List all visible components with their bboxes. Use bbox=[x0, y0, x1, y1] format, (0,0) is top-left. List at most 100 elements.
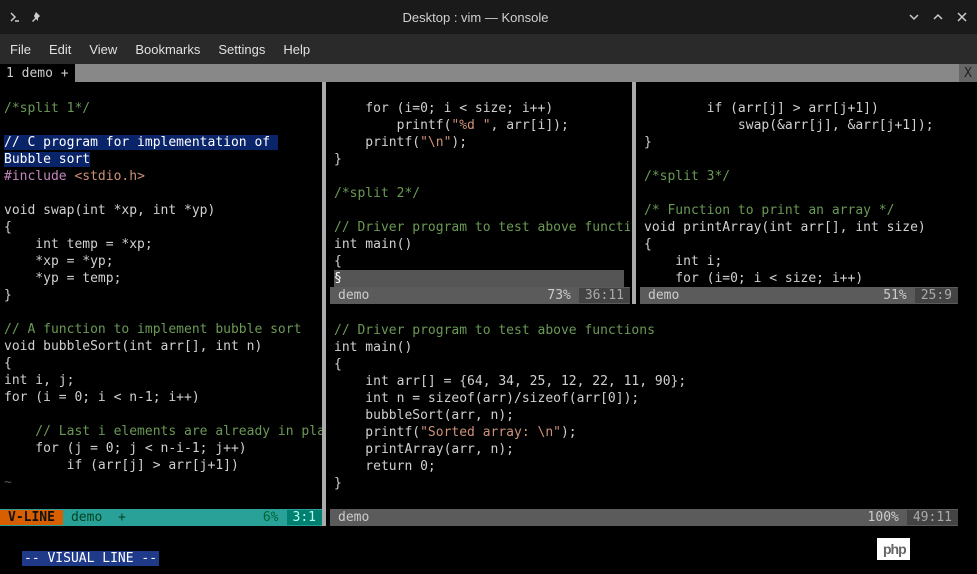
minimize-icon[interactable] bbox=[907, 10, 921, 24]
status-percent: 73% bbox=[539, 288, 578, 303]
code-line: /*split 1*/ bbox=[4, 101, 90, 116]
code-line: int main() bbox=[334, 237, 412, 252]
menu-edit[interactable]: Edit bbox=[49, 42, 71, 57]
code-line: "%d " bbox=[451, 118, 490, 133]
status-percent: 100% bbox=[860, 510, 907, 525]
watermark-text: php bbox=[883, 541, 906, 557]
status-file: demo bbox=[330, 510, 377, 525]
menu-settings[interactable]: Settings bbox=[218, 42, 265, 57]
status-position: 49:11 bbox=[907, 510, 958, 525]
code-line: { bbox=[334, 254, 342, 269]
tab-index: 1 bbox=[6, 66, 14, 81]
code-line: printArray(arr, n); bbox=[334, 442, 514, 457]
code-line: { bbox=[334, 357, 342, 372]
code-line: return 0; bbox=[334, 459, 436, 474]
window-title: Desktop : vim — Konsole bbox=[44, 10, 907, 25]
pane-left[interactable]: /*split 1*/ // C program for implementat… bbox=[0, 82, 322, 509]
tab-name: demo bbox=[22, 66, 53, 81]
pane-top-mid[interactable]: for (i=0; i < size; i++) printf("%d ", a… bbox=[330, 82, 630, 287]
menu-view[interactable]: View bbox=[89, 42, 117, 57]
code-line: "\n" bbox=[420, 135, 451, 150]
code-line: for (i=0; i < size; i++) bbox=[334, 101, 553, 116]
code-line: // Last i elements are already in place bbox=[4, 424, 322, 439]
status-file: demo + bbox=[63, 510, 134, 525]
code-line: "Sorted array: \n" bbox=[420, 425, 561, 440]
code-line: } bbox=[4, 288, 12, 303]
pane-top-mid-content: for (i=0; i < size; i++) printf("%d ", a… bbox=[330, 82, 630, 287]
statusline-bottom: demo 100% 49:11 bbox=[330, 509, 958, 526]
status-position: 25:9 bbox=[915, 288, 958, 303]
code-line: ); bbox=[451, 135, 467, 150]
menu-file[interactable]: File bbox=[10, 42, 31, 57]
vertical-split-mid[interactable] bbox=[632, 82, 636, 304]
vertical-split-left[interactable] bbox=[322, 82, 326, 526]
statusline-top-right: demo 51% 25:9 bbox=[640, 287, 958, 304]
code-line: /*split 2*/ bbox=[334, 186, 420, 201]
code-line: int arr[] = {64, 34, 25, 12, 22, 11, 90}… bbox=[334, 374, 686, 389]
code-line: { bbox=[644, 237, 652, 252]
window-titlebar: Desktop : vim — Konsole bbox=[0, 0, 977, 34]
vim-cmdline: -- VISUAL LINE -- bbox=[22, 551, 159, 566]
buffer-tab[interactable]: 1 demo + bbox=[0, 64, 75, 82]
pane-bottom[interactable]: // Driver program to test above function… bbox=[330, 304, 958, 509]
statusline-top-mid: demo 73% 36:11 bbox=[330, 287, 630, 304]
pane-top-right[interactable]: if (arr[j] > arr[j+1]) swap(&arr[j], &ar… bbox=[640, 82, 958, 287]
code-line: // A function to implement bubble sort bbox=[4, 322, 301, 337]
code-line: int n = sizeof(arr)/sizeof(arr[0]); bbox=[334, 391, 639, 406]
code-line: printf( bbox=[334, 118, 451, 133]
code-line: *yp = temp; bbox=[4, 271, 121, 286]
code-line: for (j = 0; j < n-i-1; j++) bbox=[4, 441, 247, 456]
maximize-icon[interactable] bbox=[931, 10, 945, 24]
watermark-block bbox=[910, 538, 977, 560]
code-line: } bbox=[334, 476, 342, 491]
code-line: /*split 3*/ bbox=[644, 169, 730, 184]
tabbar-spacer bbox=[75, 64, 959, 82]
code-line: // Driver program to test above function… bbox=[334, 220, 630, 235]
status-position: 36:11 bbox=[579, 288, 630, 303]
code-line: printf( bbox=[334, 135, 420, 150]
menu-help[interactable]: Help bbox=[283, 42, 310, 57]
code-line: { bbox=[4, 356, 12, 371]
pane-bottom-content: // Driver program to test above function… bbox=[330, 304, 958, 509]
status-position: 3:1 bbox=[287, 510, 322, 525]
editor-area: /*split 1*/ // C program for implementat… bbox=[0, 82, 977, 574]
statusline-left: V-LINE demo + 6% 3:1 bbox=[0, 509, 322, 526]
status-percent: 6% bbox=[255, 510, 287, 525]
pane-top-right-content: if (arr[j] > arr[j+1]) swap(&arr[j], &ar… bbox=[640, 82, 958, 287]
code-line: } bbox=[644, 135, 652, 150]
status-percent: 51% bbox=[875, 288, 914, 303]
code-line: // Driver program to test above function… bbox=[334, 323, 655, 338]
code-line-selected: Bubble sort bbox=[4, 152, 90, 167]
mode-indicator: -- VISUAL LINE -- bbox=[22, 551, 159, 566]
code-line: void bubbleSort(int arr[], int n) bbox=[4, 339, 262, 354]
menu-bookmarks[interactable]: Bookmarks bbox=[135, 42, 200, 57]
code-line: printf( bbox=[334, 425, 420, 440]
code-line-selected: // C program for implementation of bbox=[4, 135, 278, 150]
code-line: <stdio.h> bbox=[74, 169, 144, 184]
code-line: int i; bbox=[644, 254, 722, 269]
tab-mod: + bbox=[61, 66, 69, 81]
close-icon[interactable] bbox=[955, 10, 969, 24]
pin-icon[interactable] bbox=[30, 10, 44, 24]
status-file: demo bbox=[330, 288, 377, 303]
code-line: int temp = *xp; bbox=[4, 237, 153, 252]
code-line: for (i=0; i < size; i++) bbox=[644, 271, 863, 286]
code-line: if (arr[j] > arr[j+1]) bbox=[644, 101, 879, 116]
code-line: /* Function to print an array */ bbox=[644, 203, 894, 218]
tab-close-button[interactable]: X bbox=[959, 64, 977, 82]
code-line: if (arr[j] > arr[j+1]) bbox=[4, 458, 239, 473]
code-line: bubbleSort(arr, n); bbox=[334, 408, 514, 423]
code-line: *xp = *yp; bbox=[4, 254, 114, 269]
status-mode: V-LINE bbox=[0, 510, 63, 525]
tilde-marker: ~ bbox=[4, 475, 12, 490]
status-file: demo bbox=[640, 288, 687, 303]
code-line: #include bbox=[4, 169, 74, 184]
code-line: void printArray(int arr[], int size) bbox=[644, 220, 926, 235]
watermark: php bbox=[877, 538, 977, 560]
pane-left-content: /*split 1*/ // C program for implementat… bbox=[0, 82, 322, 492]
code-line: void swap(int *xp, int *yp) bbox=[4, 203, 215, 218]
code-line: for (i = 0; i < n-1; i++) bbox=[4, 390, 200, 405]
code-line: swap(&arr[j], &arr[j+1]); bbox=[644, 118, 934, 133]
code-line: ); bbox=[561, 425, 577, 440]
code-line: int main() bbox=[334, 340, 412, 355]
